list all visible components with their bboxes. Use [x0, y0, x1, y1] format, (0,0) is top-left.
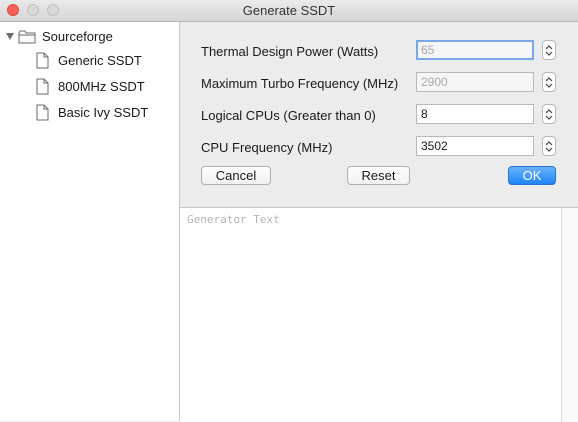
- sidebar-item-label: Generic SSDT: [58, 53, 142, 68]
- vertical-scrollbar[interactable]: [561, 208, 578, 422]
- tdp-field[interactable]: [416, 40, 534, 60]
- disclosure-triangle-icon[interactable]: [6, 33, 14, 40]
- tdp-label: Thermal Design Power (Watts): [201, 44, 379, 59]
- document-icon: [36, 52, 49, 69]
- cancel-button[interactable]: Cancel: [201, 166, 271, 185]
- reset-button[interactable]: Reset: [347, 166, 410, 185]
- cpu-frequency-stepper[interactable]: [542, 136, 556, 156]
- generator-text-area[interactable]: Generator Text: [180, 207, 578, 422]
- logical-cpus-stepper[interactable]: [542, 104, 556, 124]
- generator-text-placeholder[interactable]: Generator Text: [180, 208, 560, 422]
- sidebar-item-label: Basic Ivy SSDT: [58, 105, 149, 120]
- logical-cpus-field[interactable]: [416, 104, 534, 124]
- turbo-field[interactable]: [416, 72, 534, 92]
- sidebar-item-800mhz-ssdt[interactable]: 800MHz SSDT: [0, 77, 179, 99]
- sidebar-item-basic-ivy-ssdt[interactable]: Basic Ivy SSDT: [0, 103, 179, 125]
- sidebar: Sourceforge Generic SSDT 800MHz SSDT Bas…: [0, 22, 180, 421]
- cpu-frequency-field[interactable]: [416, 136, 534, 156]
- title-bar: Generate SSDT: [0, 0, 578, 22]
- logical-cpus-label: Logical CPUs (Greater than 0): [201, 108, 376, 123]
- sidebar-item-generic-ssdt[interactable]: Generic SSDT: [0, 51, 179, 73]
- stepper-arrows-icon: [545, 45, 553, 56]
- document-icon: [36, 104, 49, 121]
- ok-button[interactable]: OK: [508, 166, 556, 185]
- cpu-frequency-label: CPU Frequency (MHz): [201, 140, 333, 155]
- turbo-label: Maximum Turbo Frequency (MHz): [201, 76, 399, 91]
- tdp-stepper[interactable]: [542, 40, 556, 60]
- stepper-arrows-icon: [545, 141, 553, 152]
- sidebar-item-label: 800MHz SSDT: [58, 79, 145, 94]
- document-icon: [36, 78, 49, 95]
- folder-icon: [18, 30, 36, 44]
- sidebar-root-label: Sourceforge: [42, 29, 113, 44]
- window-title: Generate SSDT: [242, 3, 336, 18]
- stepper-arrows-icon: [545, 77, 553, 88]
- stepper-arrows-icon: [545, 109, 553, 120]
- turbo-stepper[interactable]: [542, 72, 556, 92]
- sidebar-item-sourceforge[interactable]: Sourceforge: [0, 27, 179, 47]
